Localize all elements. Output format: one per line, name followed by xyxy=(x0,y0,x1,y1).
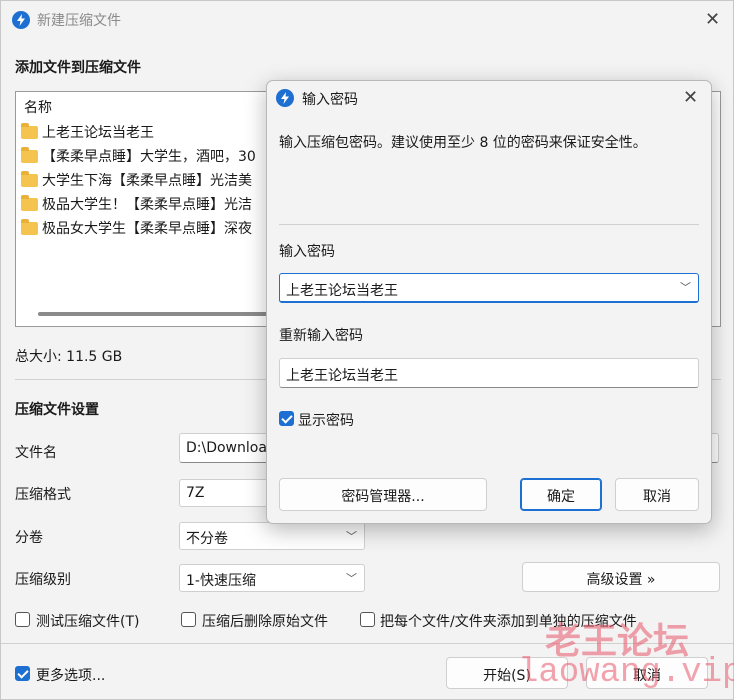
title-bar: 新建压缩文件 ✕ xyxy=(1,1,733,39)
dialog-title: 输入密码 xyxy=(302,92,358,108)
password-manager-button[interactable]: 密码管理器... xyxy=(279,478,487,511)
dialog-close-icon[interactable]: ✕ xyxy=(683,89,698,107)
format-label: 压缩格式 xyxy=(15,487,71,503)
folder-icon xyxy=(21,195,38,211)
app-logo-icon xyxy=(12,11,30,29)
more-options-checkbox[interactable] xyxy=(15,666,30,681)
list-item[interactable]: 上老王论坛当老王 xyxy=(21,122,154,144)
test-archive-label: 测试压缩文件(T) xyxy=(36,614,140,630)
list-item[interactable]: 【柔柔早点睡】大学生，酒吧，30 xyxy=(21,146,256,168)
show-password-checkbox[interactable] xyxy=(279,411,294,426)
column-header-name[interactable]: 名称 xyxy=(24,97,52,117)
filename-label: 文件名 xyxy=(15,445,57,461)
test-archive-checkbox[interactable] xyxy=(15,612,30,627)
list-item[interactable]: 极品女大学生【柔柔早点睡】深夜 xyxy=(21,218,252,240)
ok-button[interactable]: 确定 xyxy=(520,478,602,511)
folder-icon xyxy=(21,171,38,187)
window-title: 新建压缩文件 xyxy=(37,13,121,29)
chevron-down-icon[interactable]: ﹀ xyxy=(680,279,691,295)
settings-heading: 压缩文件设置 xyxy=(15,402,99,418)
chevron-down-icon: ﹀ xyxy=(346,530,357,543)
reenter-password-label: 重新输入密码 xyxy=(279,328,363,344)
level-label: 压缩级别 xyxy=(15,572,71,588)
list-item[interactable]: 极品大学生！【柔柔早点睡】光洁 xyxy=(21,194,252,216)
total-size: 总大小: 11.5 GB xyxy=(15,349,123,365)
window-close-icon[interactable]: ✕ xyxy=(705,11,720,29)
dialog-cancel-button[interactable]: 取消 xyxy=(615,478,699,511)
password-label: 输入密码 xyxy=(279,244,335,260)
divider xyxy=(279,224,699,225)
reenter-password-input[interactable]: 上老王论坛当老王 xyxy=(279,358,699,388)
watermark-url: laowang.vip xyxy=(518,654,734,692)
dialog-description: 输入压缩包密码。建议使用至少 8 位的密码来保证安全性。 xyxy=(279,135,647,151)
password-dialog: 输入密码 ✕ 输入压缩包密码。建议使用至少 8 位的密码来保证安全性。 输入密码… xyxy=(266,80,712,524)
app-logo-icon xyxy=(276,89,294,107)
more-options-label: 更多选项... xyxy=(36,668,106,684)
delete-originals-checkbox[interactable] xyxy=(181,612,196,627)
level-select[interactable]: 1-快速压缩 ﹀ xyxy=(179,564,365,592)
folder-icon xyxy=(21,123,38,139)
folder-icon xyxy=(21,147,38,163)
add-files-heading: 添加文件到压缩文件 xyxy=(15,60,141,76)
separate-archives-checkbox[interactable] xyxy=(360,612,375,627)
show-password-label: 显示密码 xyxy=(298,413,354,429)
advanced-settings-button[interactable]: 高级设置 » xyxy=(522,562,720,592)
list-item[interactable]: 大学生下海【柔柔早点睡】光洁美 xyxy=(21,170,252,192)
folder-icon xyxy=(21,219,38,235)
password-input[interactable]: 上老王论坛当老王 ﹀ xyxy=(279,273,699,303)
split-select[interactable]: 不分卷 ﹀ xyxy=(179,522,365,550)
chevron-down-icon: ﹀ xyxy=(346,572,357,585)
split-label: 分卷 xyxy=(15,530,43,546)
delete-originals-label: 压缩后删除原始文件 xyxy=(202,614,328,630)
